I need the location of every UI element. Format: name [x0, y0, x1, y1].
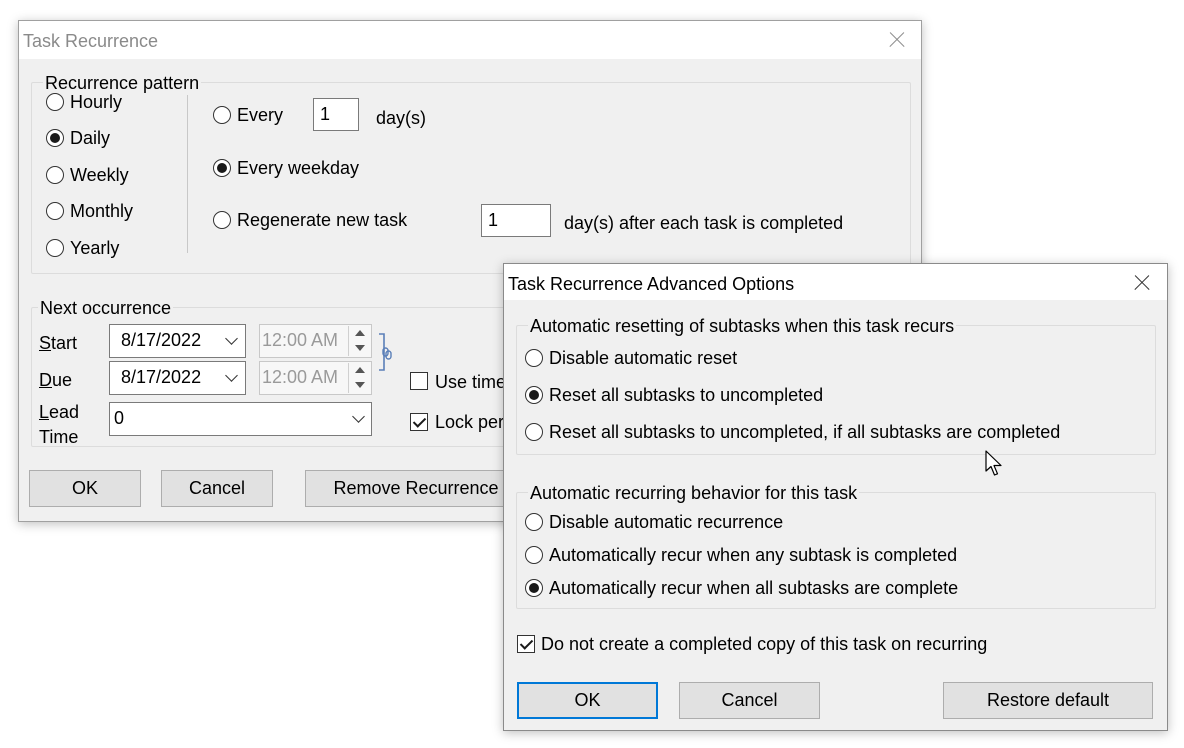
radio-hourly[interactable] — [46, 93, 64, 111]
radio-recur-any-subtask[interactable] — [525, 546, 543, 564]
recurrence-pattern-legend: Recurrence pattern — [43, 73, 202, 94]
lock-period-label: Lock peri — [435, 412, 509, 432]
radio-regenerate-label: Regenerate new task — [237, 210, 408, 230]
arrow-up-icon — [355, 367, 365, 373]
arrow-down-icon — [355, 382, 365, 388]
due-label: Due — [39, 370, 73, 390]
radio-disable-recurrence-label: Disable automatic recurrence — [549, 512, 784, 532]
lead-time-value: 0 — [114, 408, 125, 428]
no-completed-copy-checkbox[interactable] — [517, 635, 535, 653]
radio-reset-if-completed-label: Reset all subtasks to uncompleted, if al… — [549, 422, 1061, 442]
cancel-button[interactable]: Cancel — [161, 470, 273, 507]
radio-reset-all-label: Reset all subtasks to uncompleted — [549, 385, 824, 405]
title-bar: Task Recurrence — [19, 21, 921, 59]
radio-recur-all-subtasks[interactable] — [525, 579, 543, 597]
due-time-value: 12:00 AM — [262, 367, 339, 387]
radio-every-weekday[interactable] — [213, 159, 231, 177]
radio-disable-reset[interactable] — [525, 349, 543, 367]
close-icon[interactable] — [1127, 268, 1157, 298]
lock-period-checkbox[interactable] — [410, 413, 428, 431]
start-time-value: 12:00 AM — [262, 330, 339, 350]
advanced-options-dialog: Task Recurrence Advanced Options Automat… — [503, 263, 1168, 731]
every-unit-label: day(s) — [376, 108, 427, 128]
radio-disable-recurrence[interactable] — [525, 513, 543, 531]
radio-yearly[interactable] — [46, 239, 64, 257]
radio-reset-if-completed[interactable] — [525, 423, 543, 441]
remove-recurrence-button[interactable]: Remove Recurrence — [305, 470, 527, 507]
lead-time-label: Lead Time — [39, 402, 80, 447]
spin-up-button — [349, 326, 370, 340]
arrow-down-icon — [355, 345, 365, 351]
advanced-ok-button[interactable]: OK — [517, 682, 658, 719]
due-date-picker[interactable]: 8/17/2022 — [109, 361, 246, 395]
arrow-up-icon — [355, 330, 365, 336]
radio-daily[interactable] — [46, 129, 64, 147]
radio-disable-reset-label: Disable automatic reset — [549, 348, 738, 368]
radio-weekly[interactable] — [46, 166, 64, 184]
recurrence-pattern-group — [31, 82, 911, 274]
advanced-cancel-button[interactable]: Cancel — [679, 682, 820, 719]
advanced-dialog-title: Task Recurrence Advanced Options — [508, 274, 795, 294]
radio-daily-label: Daily — [70, 128, 111, 148]
ok-button[interactable]: OK — [29, 470, 141, 507]
due-time-spin-buttons — [348, 363, 370, 393]
radio-monthly[interactable] — [46, 202, 64, 220]
start-date-picker[interactable]: 8/17/2022 — [109, 324, 246, 358]
start-time-spin-buttons — [348, 326, 370, 356]
spin-down-button — [349, 341, 370, 355]
radio-hourly-label: Hourly — [70, 92, 123, 112]
radio-every-label: Every — [237, 105, 284, 125]
radio-every-weekday-label: Every weekday — [237, 158, 360, 178]
restore-default-button[interactable]: Restore default — [943, 682, 1153, 719]
recurring-behavior-legend: Automatic recurring behavior for this ta… — [528, 483, 860, 504]
close-icon[interactable] — [882, 25, 912, 55]
use-time-label: Use time — [435, 372, 507, 392]
radio-weekly-label: Weekly — [70, 165, 129, 185]
lead-time-combo[interactable]: 0 — [109, 402, 372, 436]
mouse-cursor-icon — [985, 450, 1002, 476]
radio-regenerate[interactable] — [213, 211, 231, 229]
dialog-title: Task Recurrence — [23, 31, 159, 51]
radio-recur-any-subtask-label: Automatically recur when any subtask is … — [549, 545, 958, 565]
radio-monthly-label: Monthly — [70, 201, 134, 221]
advanced-title-bar: Task Recurrence Advanced Options — [504, 264, 1167, 300]
every-days-input[interactable]: 1 — [313, 98, 359, 131]
spin-up-button — [349, 363, 370, 377]
radio-recur-all-subtasks-label: Automatically recur when all subtasks ar… — [549, 578, 959, 598]
radio-every[interactable] — [213, 106, 231, 124]
reset-subtasks-legend: Automatic resetting of subtasks when thi… — [528, 316, 957, 337]
spin-down-button — [349, 378, 370, 392]
regenerate-days-input[interactable]: 1 — [481, 204, 551, 237]
start-date-value: 8/17/2022 — [121, 330, 202, 350]
regenerate-unit-label: day(s) after each task is completed — [564, 213, 844, 233]
link-icon[interactable] — [377, 332, 397, 372]
no-completed-copy-label: Do not create a completed copy of this t… — [541, 634, 988, 654]
use-time-checkbox[interactable] — [410, 372, 428, 390]
next-occurrence-legend: Next occurrence — [38, 298, 174, 319]
radio-yearly-label: Yearly — [70, 238, 120, 258]
radio-reset-all[interactable] — [525, 386, 543, 404]
pattern-separator — [187, 95, 188, 253]
due-date-value: 8/17/2022 — [121, 367, 202, 387]
start-label: Start — [39, 333, 78, 353]
